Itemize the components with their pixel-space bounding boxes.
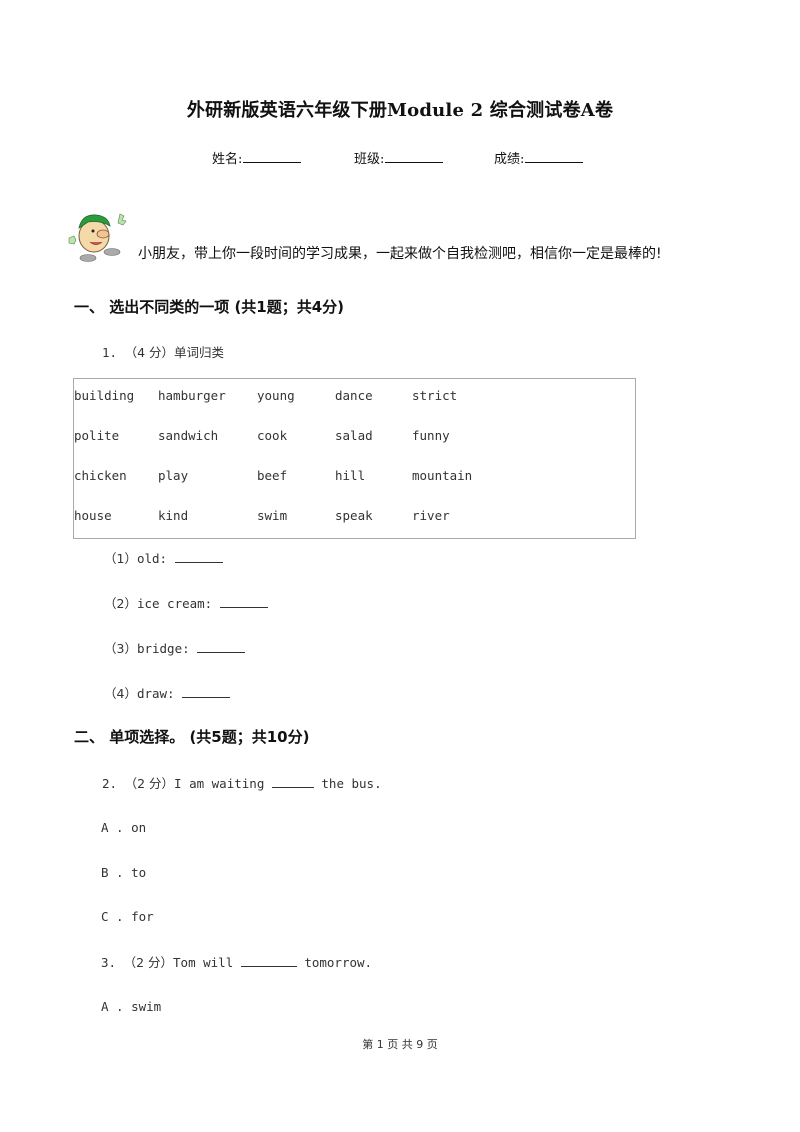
score-blank (525, 150, 584, 163)
word-cell: polite (74, 428, 120, 443)
word-cell: river (412, 508, 450, 523)
option-letter: A . (101, 999, 124, 1014)
section-2-heading: 二、 单项选择。 (共5题；共10分) (74, 728, 310, 746)
word-cell: chicken (74, 468, 127, 483)
word-cell: swim (257, 508, 288, 523)
question-number: 1. (102, 345, 118, 360)
answer-blank[interactable] (174, 552, 223, 563)
name-blank (243, 150, 302, 163)
sub-question-4: （4）draw: (104, 683, 231, 702)
word-cell: mountain (412, 468, 473, 483)
word-cell: funny (412, 428, 450, 443)
question-text-after: the bus. (321, 776, 382, 791)
name-field: 姓名: (212, 148, 302, 167)
sub-number: （1） (104, 551, 137, 566)
word-cell: hill (335, 468, 366, 483)
mascot-icon (68, 213, 127, 262)
question-2: 2. （2 分）I am waiting the bus. (102, 773, 382, 792)
word-cell: hamburger (158, 388, 226, 403)
option-letter: B . (101, 865, 124, 880)
intro-text: 小朋友，带上你一段时间的学习成果，一起来做个自我检测吧，相信你一定是最棒的! (138, 246, 662, 262)
word-cell: cook (257, 428, 288, 443)
answer-blank[interactable] (271, 777, 314, 788)
question-1: 1. （4 分）单词归类 (102, 342, 224, 361)
sub-word: bridge: (136, 641, 190, 656)
option-a[interactable]: A . swim (101, 999, 161, 1014)
question-score: （2 分） (124, 776, 175, 791)
answer-blank[interactable] (240, 956, 297, 967)
sub-number: （2） (104, 596, 137, 611)
option-b[interactable]: B . to (101, 865, 146, 880)
option-text: on (131, 820, 147, 835)
option-text: for (131, 909, 154, 924)
answer-blank[interactable] (182, 687, 231, 698)
sub-number: （4） (104, 686, 137, 701)
option-text: swim (131, 999, 162, 1014)
sub-question-2: （2）ice cream: (104, 593, 268, 612)
word-cell: house (74, 508, 112, 523)
word-cell: sandwich (158, 428, 219, 443)
sub-word: old: (136, 551, 168, 566)
section-1-heading: 一、 选出不同类的一项 (共1题；共4分) (74, 298, 345, 316)
word-cell: strict (412, 388, 458, 403)
question-number: 3. (101, 955, 117, 970)
answer-blank[interactable] (197, 642, 246, 653)
question-text-before: I am waiting (174, 776, 265, 791)
word-table: building hamburger young dance strict po… (73, 378, 636, 539)
sub-word: ice cream: (136, 596, 213, 611)
score-field: 成绩: (494, 148, 584, 167)
sub-question-1: （1）old: (104, 548, 223, 567)
word-cell: beef (257, 468, 288, 483)
question-3: 3. （2 分）Tom will tomorrow. (101, 952, 372, 971)
question-prompt: 单词归类 (174, 345, 225, 360)
question-text-before: Tom will (173, 955, 234, 970)
option-letter: C . (101, 909, 124, 924)
word-cell: kind (158, 508, 189, 523)
page-title: 外研新版英语六年级下册Module 2 综合测试卷A卷 (186, 100, 614, 121)
sub-word: draw: (136, 686, 175, 701)
question-number: 2. (102, 776, 118, 791)
score-label: 成绩: (494, 152, 525, 167)
word-cell: play (158, 468, 189, 483)
page-footer: 第 1 页 共 9 页 (362, 1038, 438, 1051)
name-label: 姓名: (212, 152, 243, 167)
option-a[interactable]: A . on (101, 820, 146, 835)
option-text: to (131, 865, 147, 880)
option-c[interactable]: C . for (101, 909, 154, 924)
question-score: （4 分） (124, 345, 175, 360)
word-cell: dance (335, 388, 373, 403)
sub-number: （3） (104, 641, 137, 656)
word-cell: building (74, 388, 135, 403)
question-text-after: tomorrow. (304, 955, 373, 970)
word-cell: speak (335, 508, 373, 523)
class-blank (385, 150, 444, 163)
sub-question-3: （3）bridge: (104, 638, 246, 657)
option-letter: A . (101, 820, 124, 835)
question-score: （2 分） (123, 955, 174, 970)
answer-blank[interactable] (219, 597, 268, 608)
word-cell: young (257, 388, 295, 403)
word-cell: salad (335, 428, 373, 443)
class-label: 班级: (354, 152, 385, 167)
class-field: 班级: (354, 148, 444, 167)
